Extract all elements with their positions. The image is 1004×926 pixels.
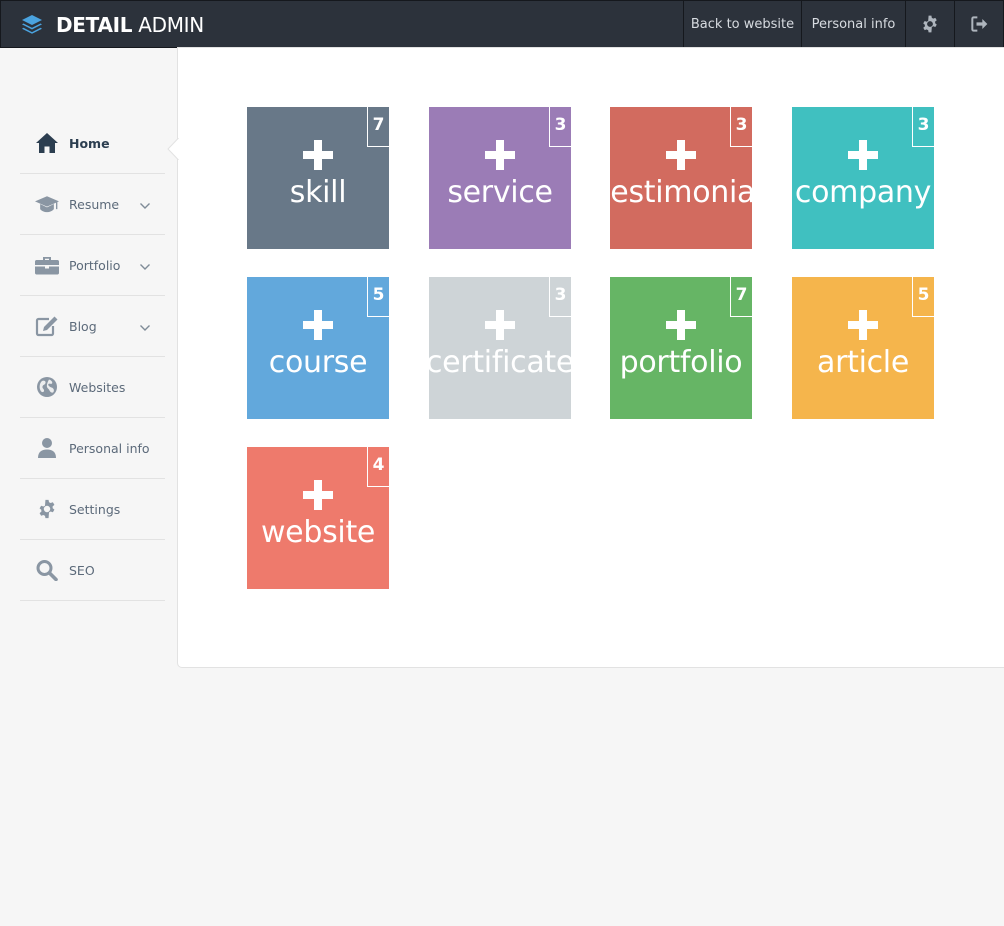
sidebar-item-label: SEO <box>69 562 95 578</box>
back-to-website-link[interactable]: Back to website <box>683 1 801 47</box>
sidebar: Home Resume Portfolio Blog Websites Pers… <box>20 113 165 601</box>
tile-label: skill <box>289 175 347 210</box>
sidebar-item-settings[interactable]: Settings <box>20 479 165 540</box>
plus-icon <box>848 310 878 340</box>
sidebar-item-label: Settings <box>69 501 121 517</box>
sidebar-item-seo[interactable]: SEO <box>20 540 165 601</box>
sidebar-item-websites[interactable]: Websites <box>20 357 165 418</box>
plus-icon <box>485 140 515 170</box>
briefcase-icon <box>34 253 60 277</box>
tile-label: website <box>260 515 376 550</box>
plus-icon <box>666 140 696 170</box>
sign-out-icon <box>971 16 988 32</box>
count-badge: 5 <box>912 277 934 317</box>
personal-info-link[interactable]: Personal info <box>801 1 905 47</box>
tile-label: company <box>794 175 932 210</box>
home-icon <box>34 131 60 155</box>
sidebar-item-portfolio[interactable]: Portfolio <box>20 235 165 296</box>
count-badge: 7 <box>730 277 752 317</box>
sidebar-item-label: Portfolio <box>69 257 121 273</box>
plus-icon <box>848 140 878 170</box>
layers-icon <box>22 15 42 34</box>
tile-website[interactable]: website 4 <box>247 447 389 589</box>
tile-company[interactable]: company 3 <box>792 107 934 249</box>
chevron-down-icon <box>140 264 150 270</box>
chevron-down-icon <box>140 203 150 209</box>
plus-icon <box>303 140 333 170</box>
brand-title-light: ADMIN <box>138 13 204 37</box>
sidebar-item-blog[interactable]: Blog <box>20 296 165 357</box>
tile-label: certificate <box>429 345 571 380</box>
tile-course[interactable]: course 5 <box>247 277 389 419</box>
count-badge: 5 <box>367 277 389 317</box>
sidebar-item-label: Home <box>69 135 110 151</box>
tile-label: article <box>816 345 909 380</box>
sidebar-item-personal-info[interactable]: Personal info <box>20 418 165 479</box>
tile-article[interactable]: article 5 <box>792 277 934 419</box>
tile-label: service <box>447 175 553 210</box>
tile-label: course <box>268 345 368 380</box>
graduation-cap-icon <box>34 192 60 216</box>
active-item-pointer <box>167 138 179 160</box>
tile-label: testimonial <box>610 175 752 210</box>
tile-testimonial[interactable]: testimonial 3 <box>610 107 752 249</box>
sidebar-item-label: Personal info <box>69 440 150 456</box>
count-badge: 7 <box>367 107 389 147</box>
sidebar-item-label: Blog <box>69 318 97 334</box>
tile-portfolio[interactable]: portfolio 7 <box>610 277 752 419</box>
plus-icon <box>303 480 333 510</box>
tile-certificate[interactable]: certificate 3 <box>429 277 571 419</box>
sidebar-item-home[interactable]: Home <box>20 113 165 174</box>
count-badge: 4 <box>367 447 389 487</box>
logout-button[interactable] <box>954 1 1003 47</box>
chevron-down-icon <box>140 325 150 331</box>
edit-icon <box>34 314 60 338</box>
brand-title-bold: DETAIL <box>56 13 133 37</box>
gear-icon <box>34 497 60 521</box>
plus-icon <box>303 310 333 340</box>
plus-icon <box>485 310 515 340</box>
sidebar-item-resume[interactable]: Resume <box>20 174 165 235</box>
search-icon <box>34 558 60 582</box>
count-badge: 3 <box>549 277 571 317</box>
tile-skill[interactable]: skill 7 <box>247 107 389 249</box>
gear-icon <box>923 15 937 33</box>
globe-icon <box>34 375 60 399</box>
count-badge: 3 <box>730 107 752 147</box>
top-nav-right: Back to website Personal info <box>683 1 1003 47</box>
settings-button[interactable] <box>905 1 954 47</box>
count-badge: 3 <box>549 107 571 147</box>
plus-icon <box>666 310 696 340</box>
top-navbar: DETAIL ADMIN Back to website Personal in… <box>0 0 1004 48</box>
tile-label: portfolio <box>619 345 743 380</box>
user-icon <box>34 436 60 460</box>
brand-logo[interactable]: DETAIL ADMIN <box>20 12 204 38</box>
sidebar-item-label: Websites <box>69 379 126 395</box>
count-badge: 3 <box>912 107 934 147</box>
tile-service[interactable]: service 3 <box>429 107 571 249</box>
sidebar-item-label: Resume <box>69 196 120 212</box>
